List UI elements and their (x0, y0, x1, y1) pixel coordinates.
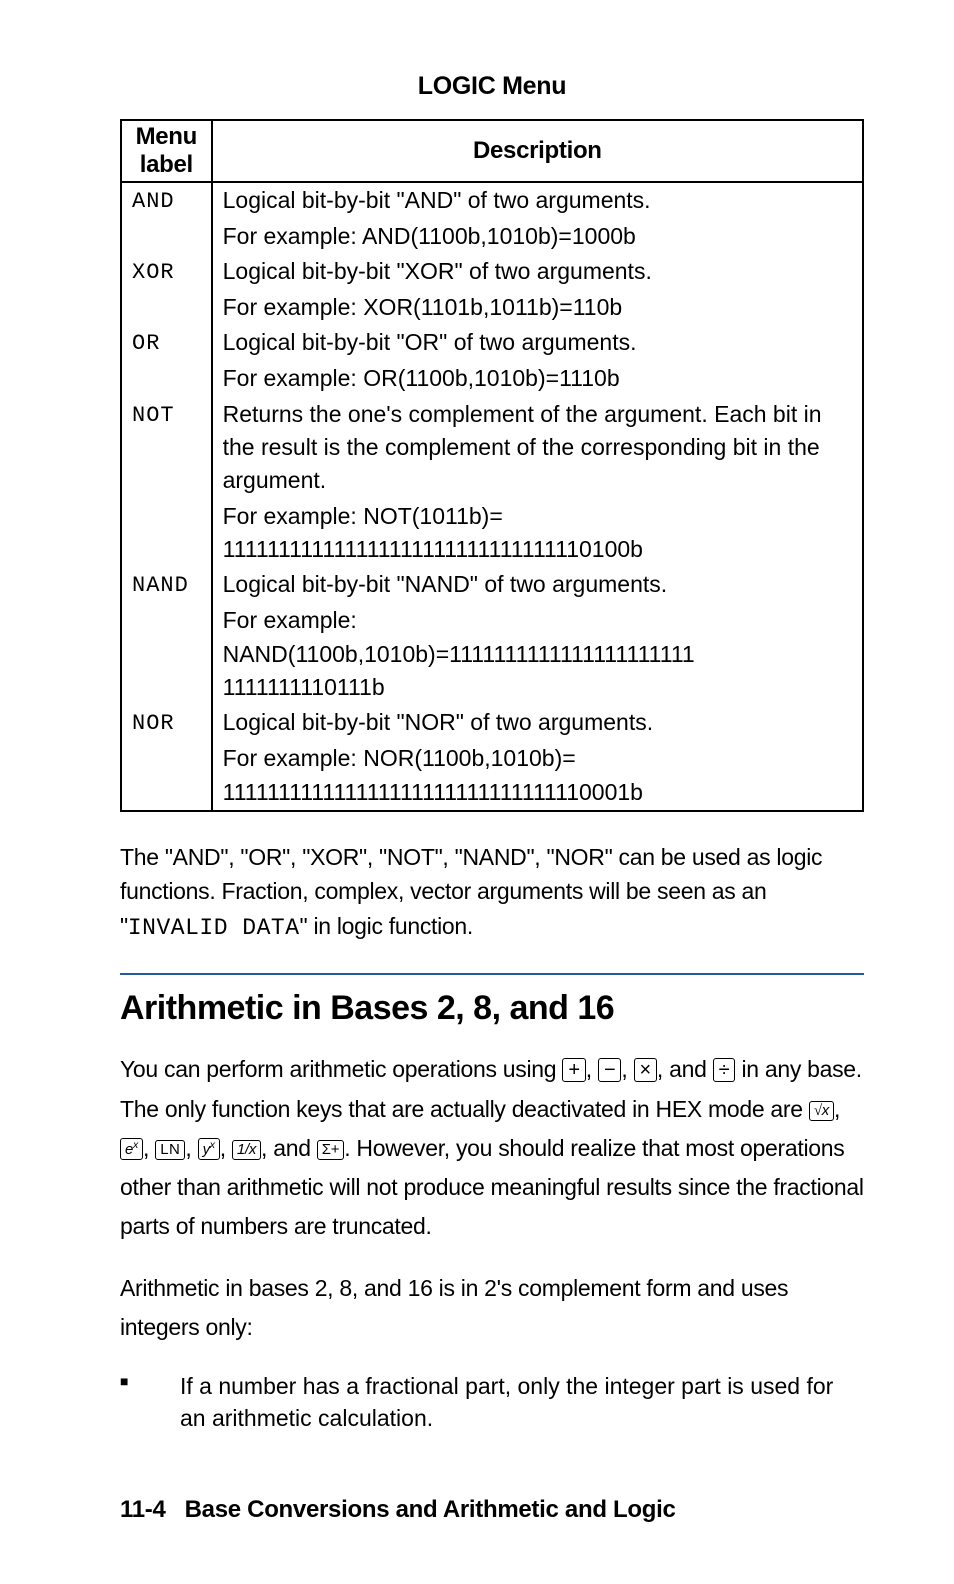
desc-nand-1: Logical bit-by-bit "NAND" of two argumen… (212, 567, 863, 603)
desc-xor-1: Logical bit-by-bit "XOR" of two argument… (212, 254, 863, 290)
th-description: Description (212, 120, 863, 182)
desc-or-2: For example: OR(1100b,1010b)=1110b (212, 361, 863, 396)
desc-nand-2c: 1111111110111b (223, 674, 385, 700)
ai-t6: , (834, 1096, 840, 1122)
minus-key-icon: − (598, 1058, 621, 1082)
desc-nand-2b: NAND(1100b,1010b)=1111111111111111111111 (223, 641, 695, 667)
sigma-plus-key-icon: Σ+ (317, 1140, 344, 1161)
one-over-x-key-icon: 1/x (232, 1140, 261, 1161)
desc-nor-2b: 111111111111111111111111111111110001b (223, 779, 643, 805)
desc-nor-1: Logical bit-by-bit "NOR" of two argument… (212, 705, 863, 741)
ex-key-icon: ex (120, 1138, 143, 1161)
table-row: For example: AND(1100b,1010b)=1000b (121, 219, 863, 254)
ai-t2: , (586, 1056, 598, 1082)
bullet-item: If a number has a fractional part, only … (120, 1370, 864, 1434)
yx-key-icon: yx (198, 1138, 220, 1161)
desc-nor-2a: For example: NOR(1100b,1010b)= (223, 745, 576, 771)
arithmetic-intro: You can perform arithmetic operations us… (120, 1050, 864, 1245)
ai-t8: , (185, 1135, 197, 1161)
desc-xor-2: For example: XOR(1101b,1011b)=110b (212, 290, 863, 325)
divide-key-icon: ÷ (713, 1058, 736, 1082)
arithmetic-para2: Arithmetic in bases 2, 8, and 16 is in 2… (120, 1269, 864, 1347)
after-table-paragraph: The "AND", "OR", "XOR", "NOT", "NAND", "… (120, 840, 864, 946)
table-row: NAND Logical bit-by-bit "NAND" of two ar… (121, 567, 863, 603)
menu-label-or: OR (121, 325, 212, 361)
desc-and-2: For example: AND(1100b,1010b)=1000b (212, 219, 863, 254)
table-row: For example: NOT(1011b)= 111111111111111… (121, 499, 863, 568)
table-row: For example: NAND(1100b,1010b)=111111111… (121, 603, 863, 705)
menu-label-nand: NAND (121, 567, 212, 603)
sqrt-key-icon: √x (809, 1101, 834, 1122)
table-row: OR Logical bit-by-bit "OR" of two argume… (121, 325, 863, 361)
ai-t1: You can perform arithmetic operations us… (120, 1056, 562, 1082)
page-number: 11-4 (120, 1496, 166, 1523)
ai-t4: , and (657, 1056, 713, 1082)
desc-not-2a: For example: NOT(1011b)= (223, 503, 503, 529)
footer-title: Base Conversions and Arithmetic and Logi… (185, 1496, 676, 1523)
table-row: NOT Returns the one's complement of the … (121, 397, 863, 499)
desc-or-1: Logical bit-by-bit "OR" of two arguments… (212, 325, 863, 361)
page-footer: 11-4 Base Conversions and Arithmetic and… (120, 1496, 864, 1524)
ai-t10: , and (261, 1135, 317, 1161)
ai-t7: , (143, 1135, 155, 1161)
section-heading: Arithmetic in Bases 2, 8, and 16 (120, 989, 864, 1028)
section-rule (120, 973, 864, 975)
table-row: For example: NOR(1100b,1010b)= 111111111… (121, 741, 863, 811)
after-p1b: " in logic function. (300, 913, 474, 939)
table-title: LOGIC Menu (120, 72, 864, 101)
menu-label-xor: XOR (121, 254, 212, 290)
table-row: XOR Logical bit-by-bit "XOR" of two argu… (121, 254, 863, 290)
menu-label-nor: NOR (121, 705, 212, 741)
desc-not-1: Returns the one's complement of the argu… (212, 397, 863, 499)
ai-t3: , (621, 1056, 633, 1082)
ai-t9: , (220, 1135, 232, 1161)
th-menu-label: Menu label (121, 120, 212, 182)
bullet-list: If a number has a fractional part, only … (120, 1370, 864, 1434)
table-row: For example: OR(1100b,1010b)=1110b (121, 361, 863, 396)
desc-not-2b: 111111111111111111111111111111110100b (223, 536, 643, 562)
desc-nand-2a: For example: (223, 607, 357, 633)
plus-key-icon: + (562, 1058, 585, 1082)
invalid-data-code: INVALID DATA (128, 915, 300, 941)
table-row: NOR Logical bit-by-bit "NOR" of two argu… (121, 705, 863, 741)
logic-table: Menu label Description AND Logical bit-b… (120, 119, 864, 812)
table-row: For example: XOR(1101b,1011b)=110b (121, 290, 863, 325)
menu-label-not: NOT (121, 397, 212, 499)
menu-label-and: AND (121, 182, 212, 219)
ln-key-icon: LN (155, 1140, 185, 1161)
desc-and-1: Logical bit-by-bit "AND" of two argument… (212, 182, 863, 219)
table-row: AND Logical bit-by-bit "AND" of two argu… (121, 182, 863, 219)
times-key-icon: × (634, 1058, 657, 1082)
